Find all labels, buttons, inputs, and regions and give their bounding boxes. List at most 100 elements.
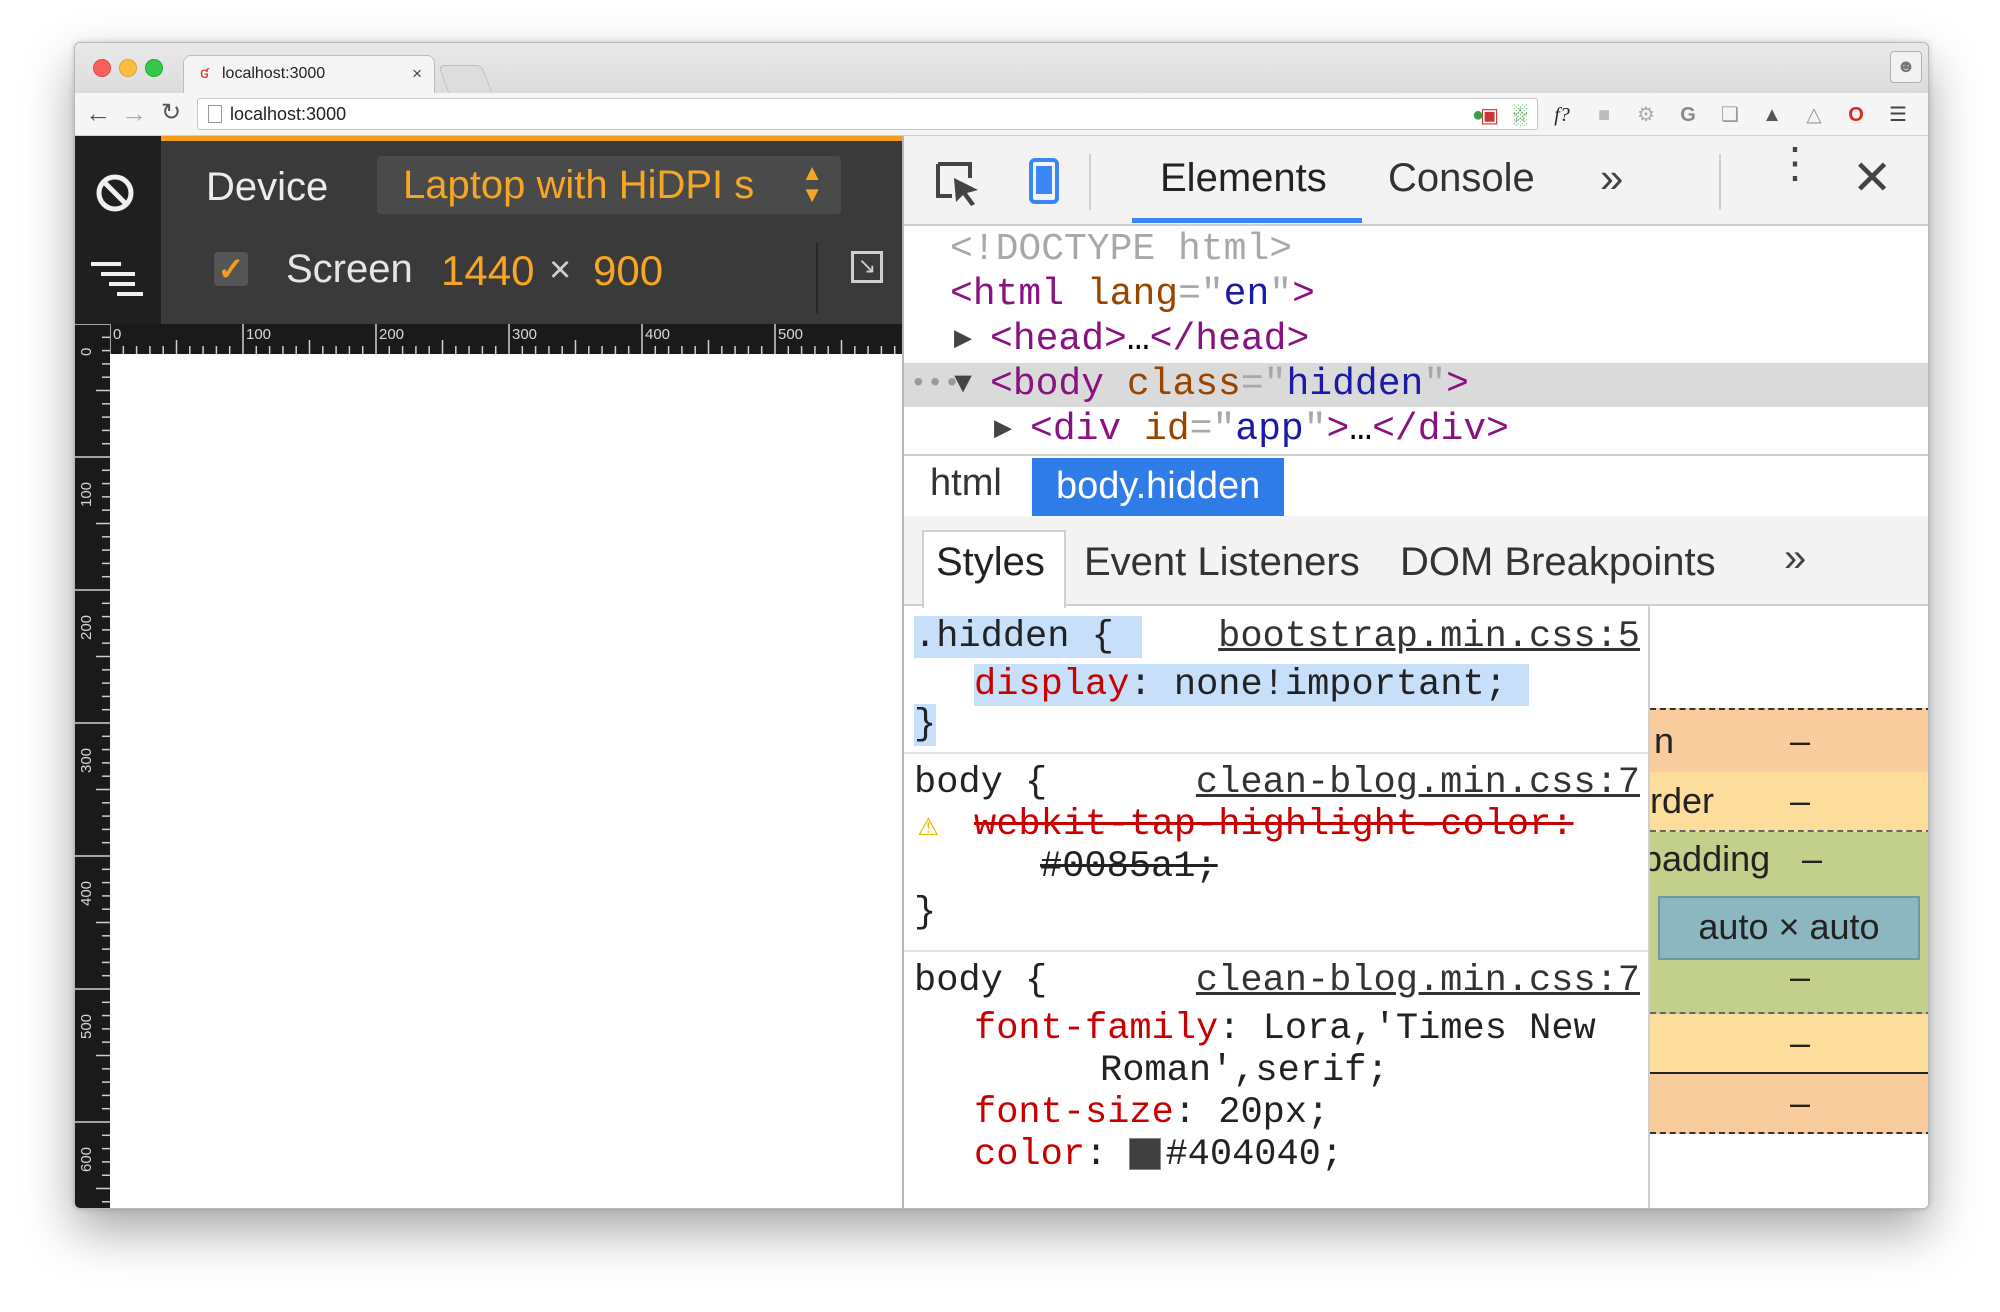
emulated-viewport[interactable]	[110, 354, 902, 1208]
warning-icon: ⚠	[918, 808, 939, 846]
dom-tree: <!DOCTYPE html> <html lang="en"> ▶ <head…	[904, 224, 1928, 456]
font-size-declaration[interactable]: font-size: 20px;	[974, 1092, 1329, 1134]
extension-layers-icon[interactable]: ❏	[1717, 102, 1743, 128]
box-model: n – rder – padding – – auto × auto – –	[1648, 606, 1928, 1208]
extension-function-icon[interactable]: f?	[1549, 102, 1575, 128]
forward-button[interactable]: →	[121, 99, 147, 127]
ruler-label: 600	[78, 1146, 95, 1172]
rule-selector[interactable]: body {	[914, 960, 1047, 1002]
disable-emulation-icon[interactable]	[96, 174, 134, 212]
screen-height-input[interactable]: 900	[593, 247, 663, 295]
dom-node-body[interactable]: ••• ▼ <body class="hidden">	[904, 363, 1928, 407]
head-tag-name: head	[1012, 318, 1105, 361]
extension-chart-icon[interactable]: ░	[1507, 102, 1533, 128]
breadcrumb: html body.hidden	[904, 454, 1928, 520]
device-select[interactable]: Laptop with HiDPI s ▲ ▼	[377, 156, 841, 214]
reload-button[interactable]: ↻	[161, 99, 181, 127]
profile-icon[interactable]: ☻	[1890, 51, 1922, 83]
padding-value[interactable]: –	[1802, 838, 1822, 880]
tab-dom-breakpoints[interactable]: DOM Breakpoints	[1400, 540, 1716, 585]
box-model-border-bottom: –	[1650, 1014, 1928, 1074]
browser-content: Device Laptop with HiDPI s ▲ ▼ ✓ Screen 1…	[75, 136, 1928, 1208]
zoom-window-button[interactable]	[145, 59, 163, 77]
padding-bottom-value[interactable]: –	[1790, 956, 1810, 998]
dom-node-div[interactable]: ▶ <div id="app">…</div>	[904, 408, 1928, 452]
tab-console[interactable]: Console	[1388, 156, 1535, 201]
tab-close-button[interactable]: ×	[412, 64, 422, 84]
box-model-content[interactable]: auto × auto	[1658, 896, 1920, 960]
extension-square-icon[interactable]: ■	[1591, 102, 1617, 128]
screen-width-input[interactable]: 1440	[441, 247, 534, 295]
browser-toolbar: ← → ↻ localhost:3000 ▣ ☆ ● ░ f? ■ ⚙ G ❏ …	[75, 93, 1928, 136]
ruler-label: 100	[246, 326, 272, 343]
media-queries-icon[interactable]	[91, 258, 147, 298]
toolbar-divider	[816, 243, 818, 313]
rule-source-link[interactable]: clean-blog.min.css:7	[1196, 762, 1640, 804]
dom-node-html[interactable]: <html lang="en">	[904, 273, 1928, 317]
extension-opera-icon[interactable]: O	[1843, 102, 1869, 128]
ruler-label: 400	[78, 880, 95, 906]
dom-node-doctype[interactable]: <!DOCTYPE html>	[904, 228, 1928, 272]
screen-checkbox[interactable]: ✓	[214, 252, 248, 286]
rule-source-link[interactable]: clean-blog.min.css:7	[1196, 960, 1640, 1002]
border-bottom-value[interactable]: –	[1790, 1022, 1810, 1064]
margin-bottom-value[interactable]: –	[1790, 1082, 1810, 1124]
extension-triangle-icon[interactable]: ▲	[1759, 102, 1785, 128]
div-tag-name: div	[1052, 408, 1122, 451]
select-arrows-icon: ▲ ▼	[801, 160, 823, 207]
div-attr-name: id	[1144, 408, 1190, 451]
extension-gear-icon[interactable]: ⚙	[1633, 102, 1659, 128]
rule-declaration[interactable]: display: none!important;	[974, 664, 1529, 706]
collapse-triangle-icon[interactable]: ▼	[954, 363, 972, 407]
rule-selector[interactable]: .hidden {	[914, 616, 1142, 658]
extension-drive-icon[interactable]: △	[1801, 102, 1827, 128]
minimize-window-button[interactable]	[119, 59, 137, 77]
expand-triangle-icon[interactable]: ▶	[994, 408, 1012, 452]
border-value[interactable]: –	[1790, 780, 1810, 822]
device-label: Device	[206, 165, 329, 209]
invalid-property[interactable]: webkit-tap-highlight-color:	[974, 804, 1574, 846]
more-tabs-icon[interactable]: »	[1600, 154, 1623, 202]
expand-triangle-icon[interactable]: ▶	[954, 318, 972, 362]
font-family-declaration[interactable]: font-family: Lora,'Times New	[974, 1008, 1596, 1050]
active-tab-indicator	[1132, 218, 1362, 223]
inspect-element-icon[interactable]	[934, 160, 982, 208]
devtools-panel: Elements Console » ⋮ ✕ <!DOCTYPE html> <…	[902, 136, 1928, 1208]
tab-event-listeners[interactable]: Event Listeners	[1084, 540, 1360, 585]
box-model-margin-bottom: –	[1650, 1074, 1928, 1134]
extension-green-icon[interactable]: ●	[1465, 102, 1491, 128]
back-button[interactable]: ←	[85, 99, 111, 127]
browser-window: ʛ localhost:3000 × ☻ ← → ↻ localhost:300…	[74, 42, 1929, 1209]
address-bar[interactable]: localhost:3000 ▣ ☆	[197, 98, 1538, 130]
device-toolbar: Device Laptop with HiDPI s ▲ ▼ ✓ Screen 1…	[161, 136, 950, 324]
device-sidebar	[75, 136, 161, 324]
new-tab-button[interactable]	[438, 65, 492, 92]
breadcrumb-html[interactable]: html	[930, 462, 1002, 505]
extension-g-icon[interactable]: G	[1675, 102, 1701, 128]
tab-elements[interactable]: Elements	[1160, 156, 1327, 201]
dom-node-head[interactable]: ▶ <head>…</head>	[904, 318, 1928, 362]
close-icon[interactable]: ✕	[1852, 150, 1892, 206]
close-window-button[interactable]	[93, 59, 111, 77]
kebab-menu-icon[interactable]: ⋮	[1774, 142, 1816, 184]
breadcrumb-body-hidden[interactable]: body.hidden	[1032, 458, 1285, 516]
rule-selector[interactable]: body {	[914, 762, 1047, 804]
title-bar: ʛ localhost:3000 × ☻	[75, 43, 1928, 94]
node-menu-icon[interactable]: •••	[910, 363, 960, 407]
color-swatch[interactable]	[1129, 1138, 1162, 1171]
html-tag-name: html	[972, 273, 1065, 316]
head-close-tag-name: head	[1195, 318, 1287, 361]
tab-styles[interactable]: Styles	[936, 540, 1045, 585]
color-declaration[interactable]: color: #404040;	[974, 1134, 1343, 1176]
fit-to-window-icon[interactable]: ↘	[851, 251, 883, 283]
more-sidebar-tabs-icon[interactable]: »	[1784, 536, 1806, 581]
padding-label: padding	[1648, 838, 1771, 879]
margin-label: n	[1654, 720, 1675, 761]
browser-tab[interactable]: ʛ localhost:3000 ×	[183, 55, 435, 94]
ruler-label: 0	[78, 347, 95, 356]
rule-source-link[interactable]: bootstrap.min.css:5	[1218, 616, 1640, 658]
margin-value[interactable]: –	[1790, 720, 1810, 762]
device-mode-icon[interactable]	[1029, 158, 1059, 204]
menu-icon[interactable]: ☰	[1885, 102, 1911, 128]
styles-pane: .hidden { bootstrap.min.css:5 display: n…	[904, 606, 1648, 1208]
